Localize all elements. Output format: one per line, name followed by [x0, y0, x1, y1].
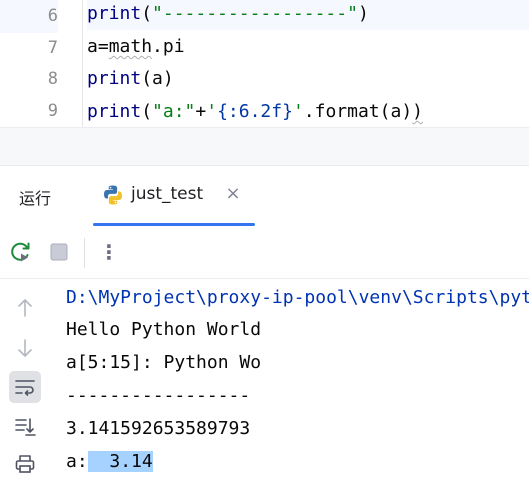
line-number: 8 [47, 69, 58, 89]
scroll-down-icon[interactable] [9, 332, 41, 364]
tab-just-test[interactable]: just_test × [93, 166, 255, 226]
console-line: Hello Python World [66, 319, 262, 340]
scroll-up-icon[interactable] [9, 292, 41, 324]
run-toolbar: ⋮ [0, 226, 529, 278]
python-icon [102, 184, 124, 206]
tab-label: just_test [131, 184, 204, 204]
console-text: a: [66, 451, 88, 472]
soft-wrap-icon[interactable] [9, 371, 41, 403]
code-line[interactable]: print(a) [87, 62, 174, 95]
console-output[interactable]: D:\MyProject\proxy-ip-pool\venv\Scripts\… [50, 279, 529, 490]
console-line: ----------------- [66, 385, 251, 406]
line-number: 9 [47, 101, 58, 121]
scroll-to-end-icon[interactable] [9, 410, 41, 442]
rerun-icon[interactable] [8, 239, 34, 265]
gutter-divider [82, 0, 83, 128]
line-number: 7 [47, 38, 58, 58]
code-line[interactable]: print("a:"+'{:6.2f}'.format(a)) [87, 95, 423, 128]
toolbar-separator [84, 238, 85, 268]
code-line[interactable]: a=math.pi [87, 30, 185, 63]
code-editor[interactable]: 6 7 8 9 print("-----------------") a=mat… [0, 0, 529, 128]
panel-gap [0, 128, 529, 166]
console-line: a[5:15]: Python Wo [66, 352, 262, 373]
console-line: a: 3.14 [66, 445, 153, 478]
console-line: 3.141592653589793 [66, 418, 251, 439]
console-side-toolbar [0, 279, 50, 490]
run-window-title: 运行 [19, 189, 52, 208]
selected-text: 3.14 [87, 451, 153, 472]
stop-icon[interactable] [46, 239, 72, 265]
code-line[interactable]: print("-----------------") [87, 0, 529, 30]
line-number: 6 [0, 0, 58, 33]
more-options-icon[interactable]: ⋮ [96, 239, 122, 265]
close-icon[interactable]: × [225, 183, 241, 205]
console-line: D:\MyProject\proxy-ip-pool\venv\Scripts\… [66, 287, 529, 308]
print-icon[interactable] [9, 448, 41, 480]
run-tool-window-header: 运行 just_test × [0, 166, 529, 226]
